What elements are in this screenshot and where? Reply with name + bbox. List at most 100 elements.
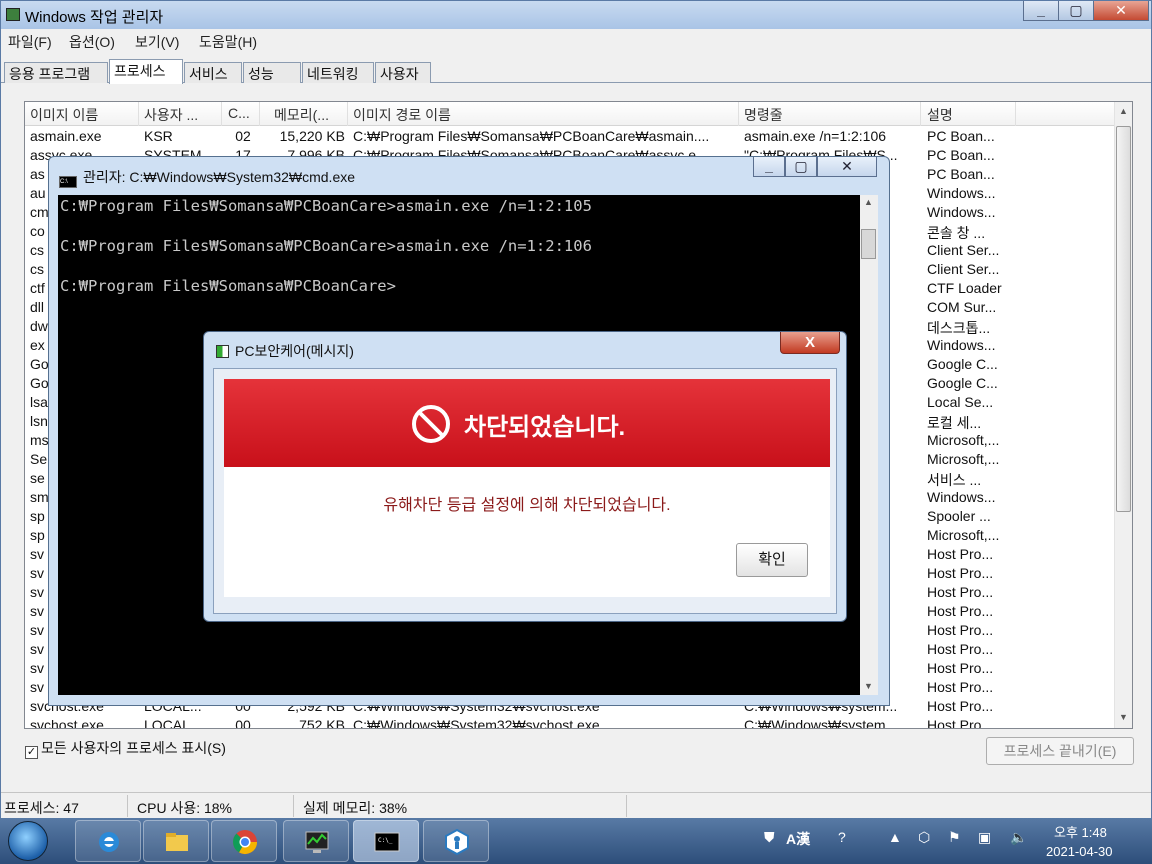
cell-desc: Local Se... [927,394,994,410]
col-image-name[interactable]: 이미지 이름 [30,105,135,125]
col-command-line[interactable]: 명령줄 [744,105,914,125]
scroll-down-arrow-icon[interactable]: ▼ [864,681,873,691]
cell-desc: Windows... [927,489,996,505]
end-process-button[interactable]: 프로세스 끝내기(E) [986,737,1134,765]
cmd-icon: C:\_ [374,832,400,852]
cell-desc: Host Pro... [927,698,994,714]
column-divider[interactable] [138,102,139,126]
cmd-minimize-button[interactable]: _ [753,157,785,177]
app-icon [216,345,229,358]
tab-users[interactable]: 사용자 [375,62,431,83]
cell-desc: Host Pro... [927,565,994,581]
cell-desc: Host Pro... [927,603,994,619]
maximize-button[interactable]: ▢ [1058,1,1094,21]
table-row[interactable]: asmain.exe KSR 02 15,220 KB C:₩Program Files… [25,127,1115,146]
cell-desc: CTF Loader [927,280,1002,296]
cell-cmd: C:₩Windows₩system... [744,717,898,729]
column-divider[interactable] [347,102,348,126]
menu-file[interactable]: 파일(F) [8,32,52,52]
console-icon: C:\ [59,176,77,188]
taskbar-pcboancare[interactable] [423,820,489,862]
tray-shield-icon[interactable]: ⛊ [764,829,775,846]
title-bar: Windows 작업 관리자 _ ▢ ✕ [1,1,1151,29]
cmd-scroll-thumb[interactable] [861,229,876,259]
status-processes: 프로세스: 47 [4,800,79,816]
column-divider[interactable] [738,102,739,126]
taskbar: C:\_ ⛊ A漢 ? ▲ ⬡ ⚑ ▣ 🔈 오후 1:48 2021-04-30 [0,818,1152,864]
cmd-scrollbar[interactable]: ▲ ▼ [860,195,878,695]
cell-desc: PC Boan... [927,128,995,144]
taskbar-task-manager[interactable] [283,820,349,862]
show-all-processes-checkbox[interactable]: ✓ 모든 사용자의 프로세스 표시(S) [25,738,226,759]
flag-icon[interactable]: ⚑ [948,829,961,846]
col-memory[interactable]: 메모리(... [274,105,344,125]
clock-time[interactable]: 오후 1:48 [1054,822,1107,841]
scroll-up-arrow-icon[interactable]: ▲ [864,197,873,207]
chrome-icon [232,830,257,855]
cell-desc: Host Pro... [927,641,994,657]
tray-app-icon[interactable]: ⬡ [918,829,930,846]
taskbar-chrome[interactable] [211,820,277,862]
column-divider[interactable] [1015,102,1016,126]
column-divider[interactable] [259,102,260,126]
status-divider [626,795,627,817]
tray-arrow-icon[interactable]: ▲ [888,829,902,845]
pcboancare-dialog: PC보안케어(메시지) X 차단되었습니다. 유해차단 등급 설정에 의해 차단… [203,331,847,622]
menu-options[interactable]: 옵션(O) [69,32,115,52]
scroll-up-arrow-icon[interactable]: ▲ [1119,106,1128,116]
column-divider[interactable] [920,102,921,126]
start-button[interactable] [8,821,48,861]
cmd-maximize-button[interactable]: ▢ [785,157,817,177]
tab-processes[interactable]: 프로세스 [109,59,183,84]
cell-name: asmain.exe [30,128,102,144]
checkbox-checked-icon[interactable]: ✓ [25,746,38,759]
task-manager-icon [6,8,20,21]
cell-path: C:₩Program Files₩Somansa₩PCBoanCare₩asma… [353,128,710,144]
cell-desc: Windows... [927,204,996,220]
col-user[interactable]: 사용자 ... [144,105,220,125]
col-cpu[interactable]: C... [228,105,258,121]
cell-desc: Client Ser... [927,261,1000,277]
col-image-path[interactable]: 이미지 경로 이름 [353,105,733,125]
menu-bar: 파일(F) 옵션(O) 보기(V) 도움말(H) [1,29,1151,53]
column-divider[interactable] [221,102,222,126]
cmd-close-button[interactable]: ✕ [817,157,877,177]
minimize-button[interactable]: _ [1023,1,1059,21]
close-button[interactable]: ✕ [1093,1,1149,21]
cell-desc: 로컬 세... [927,415,982,431]
menu-help[interactable]: 도움말(H) [199,32,257,52]
cell-cmd: asmain.exe /n=1:2:106 [744,128,887,144]
tab-applications[interactable]: 응용 프로그램 [4,62,108,83]
clock-date[interactable]: 2021-04-30 [1046,844,1113,859]
cell-desc: Spooler ... [927,508,991,524]
tab-performance[interactable]: 성능 [243,62,301,83]
table-row[interactable]: svchost.exe LOCAL... 00 752 KB C:₩Windows₩Sy… [25,716,1115,729]
ime-indicator[interactable]: A漢 [786,829,810,849]
cell-desc: Microsoft,... [927,527,1000,543]
status-memory: 실제 메모리: 38% [303,800,408,816]
cell-desc: PC Boan... [927,147,995,163]
col-description[interactable]: 설명 [927,105,1017,125]
tab-networking[interactable]: 네트워킹 [302,62,374,83]
taskbar-cmd[interactable]: C:\_ [353,820,419,862]
cell-desc: Microsoft,... [927,451,1000,467]
cell-user: KSR [144,128,173,144]
cell-desc: Microsoft,... [927,432,1000,448]
cell-desc: COM Sur... [927,299,997,315]
tab-services[interactable]: 서비스 [184,62,242,83]
network-icon[interactable]: ▣ [978,829,991,846]
folder-icon [166,833,188,851]
volume-icon[interactable]: 🔈 [1010,829,1027,846]
blocked-headline: 차단되었습니다. [464,414,626,441]
scroll-thumb[interactable] [1116,126,1131,512]
scroll-down-arrow-icon[interactable]: ▼ [1119,712,1128,722]
cell-desc: Host Pro... [927,546,994,562]
vertical-scrollbar[interactable]: ▲ ▼ [1114,102,1132,728]
taskbar-explorer[interactable] [143,820,209,862]
ok-button[interactable]: 확인 [736,543,808,577]
help-icon[interactable]: ? [838,829,846,845]
taskbar-ie[interactable] [75,820,141,862]
menu-view[interactable]: 보기(V) [135,32,179,52]
cell-path: C:₩Windows₩System32₩svchost.exe [353,717,600,729]
dialog-close-button[interactable]: X [780,332,840,354]
